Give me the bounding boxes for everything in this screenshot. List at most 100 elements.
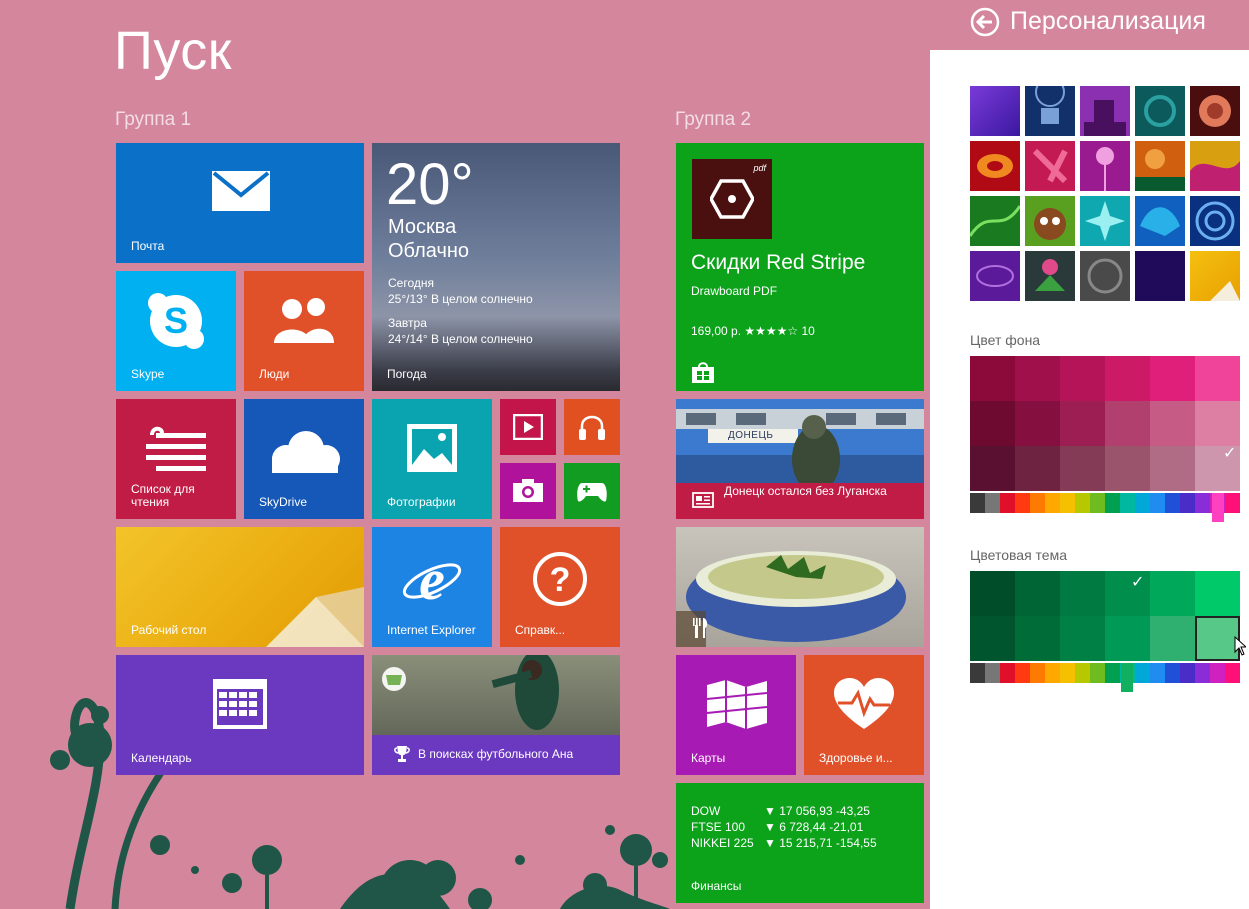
hue-segment[interactable] [1135, 493, 1150, 513]
color-swatch[interactable] [1195, 401, 1240, 446]
hue-segment[interactable] [1075, 493, 1090, 513]
pattern-thumb[interactable] [1135, 251, 1185, 301]
group-1-label[interactable]: Группа 1 [115, 109, 191, 131]
accent-hue-thumb[interactable] [1121, 663, 1133, 692]
pattern-thumb[interactable] [970, 251, 1020, 301]
color-swatch[interactable] [1150, 446, 1195, 491]
hue-segment[interactable] [1135, 663, 1150, 683]
bg-hue-thumb[interactable] [1212, 493, 1224, 522]
finance-tile[interactable]: DOW ▼ 17 056,93 -43,25 FTSE 100 ▼ 6 728,44… [676, 783, 924, 903]
color-swatch[interactable] [1060, 571, 1105, 616]
skydrive-tile[interactable]: SkyDrive [244, 399, 364, 519]
hue-segment[interactable] [1045, 493, 1060, 513]
color-swatch[interactable] [1150, 616, 1195, 661]
color-swatch[interactable] [1105, 446, 1150, 491]
color-swatch[interactable] [970, 571, 1015, 616]
hue-segment[interactable] [1030, 493, 1045, 513]
desktop-tile[interactable]: Рабочий стол [116, 527, 364, 647]
skype-tile[interactable]: S Skype [116, 271, 236, 391]
help-tile[interactable]: ? Справк... [500, 527, 620, 647]
health-tile[interactable]: Здоровье и... [804, 655, 924, 775]
hue-segment[interactable] [1090, 493, 1105, 513]
color-swatch[interactable] [1015, 571, 1060, 616]
hue-segment[interactable] [1180, 493, 1195, 513]
color-swatch[interactable] [1060, 616, 1105, 661]
pattern-thumb[interactable] [1190, 251, 1240, 301]
hue-segment[interactable] [1075, 663, 1090, 683]
maps-tile[interactable]: Карты [676, 655, 796, 775]
color-swatch[interactable] [1195, 356, 1240, 401]
photos-tile[interactable]: Фотографии [372, 399, 492, 519]
accent-hue-slider[interactable] [970, 663, 1240, 693]
pattern-thumb[interactable] [1025, 141, 1075, 191]
color-swatch[interactable] [1105, 356, 1150, 401]
color-swatch[interactable] [1150, 401, 1195, 446]
pattern-thumb[interactable] [1190, 196, 1240, 246]
hue-segment[interactable] [1015, 663, 1030, 683]
pattern-thumb[interactable] [1080, 86, 1130, 136]
hue-segment[interactable] [1000, 663, 1015, 683]
hue-segment[interactable] [1045, 663, 1060, 683]
color-swatch[interactable] [1150, 356, 1195, 401]
hue-segment[interactable] [1180, 663, 1195, 683]
pattern-thumb[interactable] [1080, 141, 1130, 191]
pattern-thumb[interactable] [970, 86, 1020, 136]
group-2-label[interactable]: Группа 2 [675, 109, 751, 131]
hue-segment[interactable] [1105, 493, 1120, 513]
hue-segment[interactable] [1060, 663, 1075, 683]
hue-segment[interactable] [1195, 663, 1210, 683]
pattern-thumb[interactable] [1190, 141, 1240, 191]
pattern-thumb[interactable] [1025, 196, 1075, 246]
color-swatch[interactable] [1060, 446, 1105, 491]
color-swatch[interactable] [1015, 616, 1060, 661]
hue-segment[interactable] [1120, 493, 1135, 513]
color-swatch[interactable] [1150, 571, 1195, 616]
hue-segment[interactable] [1225, 663, 1240, 683]
color-swatch[interactable] [1015, 356, 1060, 401]
color-swatch[interactable] [970, 446, 1015, 491]
pattern-thumb[interactable] [1135, 196, 1185, 246]
video-tile[interactable] [500, 399, 556, 455]
hue-segment[interactable] [1000, 493, 1015, 513]
reading-list-tile[interactable]: Список для чтения [116, 399, 236, 519]
hue-segment[interactable] [1015, 493, 1030, 513]
weather-tile[interactable]: 20° Москва Облачно Сегодня 25°/13° В цел… [372, 143, 620, 391]
back-arrow-icon[interactable] [970, 7, 1000, 37]
pattern-thumb[interactable] [1190, 86, 1240, 136]
ie-tile[interactable]: e Internet Explorer [372, 527, 492, 647]
hue-segment[interactable] [1030, 663, 1045, 683]
news-tile[interactable]: ДОНЕЦЬ Донецк остался без Луганска [676, 399, 924, 519]
pattern-thumb[interactable] [1080, 196, 1130, 246]
camera-tile[interactable] [500, 463, 556, 519]
color-swatch[interactable] [1015, 401, 1060, 446]
sport-tile[interactable]: В поисках футбольного Ана [372, 655, 620, 775]
hue-segment[interactable] [1105, 663, 1120, 683]
hue-segment[interactable] [970, 493, 985, 513]
pattern-thumb[interactable] [968, 196, 1022, 246]
color-swatch[interactable] [1060, 401, 1105, 446]
hue-segment[interactable] [1195, 493, 1210, 513]
color-swatch[interactable] [970, 401, 1015, 446]
calendar-tile[interactable]: Календарь [116, 655, 364, 775]
hue-segment[interactable] [1090, 663, 1105, 683]
pattern-thumb[interactable] [970, 141, 1020, 191]
bg-hue-slider[interactable] [970, 493, 1240, 523]
pattern-thumb[interactable] [1080, 251, 1130, 301]
music-tile[interactable] [564, 399, 620, 455]
food-tile[interactable] [676, 527, 924, 647]
pattern-thumb[interactable] [1025, 251, 1075, 301]
mail-tile[interactable]: Почта [116, 143, 364, 263]
hue-segment[interactable] [1150, 493, 1165, 513]
color-swatch[interactable] [1105, 401, 1150, 446]
color-swatch[interactable] [1060, 356, 1105, 401]
hue-segment[interactable] [1225, 493, 1240, 513]
people-tile[interactable]: Люди [244, 271, 364, 391]
color-swatch[interactable] [1195, 571, 1240, 616]
hue-segment[interactable] [970, 663, 985, 683]
hue-segment[interactable] [1210, 663, 1225, 683]
color-swatch[interactable] [1015, 446, 1060, 491]
games-tile[interactable] [564, 463, 620, 519]
color-swatch[interactable] [1105, 616, 1150, 661]
hue-segment[interactable] [1165, 663, 1180, 683]
hue-segment[interactable] [985, 493, 1000, 513]
